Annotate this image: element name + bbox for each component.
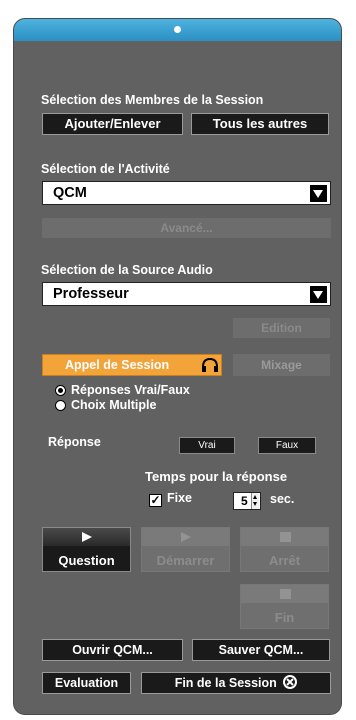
audio-source-select[interactable]: Professeur [42, 282, 331, 306]
spinner-arrows-icon[interactable] [251, 493, 259, 509]
audio-title: Sélection de la Source Audio [41, 263, 213, 277]
false-answer-button[interactable]: Faux [258, 437, 316, 454]
title-bar[interactable] [14, 19, 341, 41]
stop-icon [241, 528, 328, 546]
advanced-button[interactable]: Avancé... [42, 218, 331, 238]
end-button[interactable]: Fin [240, 584, 329, 629]
add-remove-button[interactable]: Ajouter/Enlever [42, 113, 183, 135]
fixed-label: Fixe [167, 491, 193, 505]
session-call-button[interactable]: Appel de Session [42, 354, 222, 376]
start-label: Démarrer [156, 553, 215, 568]
activity-select[interactable]: QCM [42, 181, 331, 205]
edit-button[interactable]: Edition [233, 318, 330, 338]
activity-title: Sélection de l'Activité [41, 162, 170, 176]
all-others-button[interactable]: Tous les autres [191, 113, 329, 135]
members-title: Sélection des Membres de la Session [41, 93, 264, 107]
chevron-down-icon[interactable] [310, 185, 327, 202]
open-qcm-button[interactable]: Ouvrir QCM... [42, 639, 183, 661]
session-call-label: Appel de Session [65, 358, 170, 372]
play-icon [142, 528, 229, 546]
seconds-unit: sec. [270, 492, 295, 506]
stop-button[interactable]: Arrêt [240, 527, 329, 572]
fixed-checkbox[interactable]: ✓ [149, 494, 162, 507]
end-label: Fin [274, 610, 295, 625]
stop-icon [241, 585, 328, 603]
close-circle-icon [283, 675, 298, 689]
true-answer-button[interactable]: Vrai [179, 437, 235, 454]
play-icon [43, 528, 130, 546]
control-panel: Sélection des Membres de la Session Ajou… [13, 18, 342, 715]
multiple-choice-label: Choix Multiple [71, 398, 157, 412]
mix-button[interactable]: Mixage [233, 354, 330, 376]
multiple-choice-radio[interactable] [55, 400, 66, 411]
seconds-spinner[interactable]: 5 [233, 492, 261, 510]
seconds-value: 5 [241, 494, 248, 508]
end-session-label: Fin de la Session [174, 676, 277, 690]
activity-select-value: QCM [53, 185, 87, 201]
timer-title: Temps pour la réponse [145, 469, 288, 484]
title-dot-icon [173, 26, 181, 33]
true-false-radio[interactable] [55, 385, 66, 396]
end-session-button[interactable]: Fin de la Session [141, 672, 331, 694]
response-label: Réponse [48, 435, 101, 449]
audio-select-value: Professeur [53, 286, 129, 302]
save-qcm-button[interactable]: Sauver QCM... [192, 639, 330, 661]
start-button[interactable]: Démarrer [141, 527, 230, 572]
headphones-icon [202, 357, 218, 372]
stop-label: Arrêt [268, 553, 301, 568]
chevron-down-icon[interactable] [310, 286, 327, 303]
evaluation-button[interactable]: Evaluation [42, 672, 131, 694]
panel-content: Sélection des Membres de la Session Ajou… [14, 41, 341, 714]
true-false-label: Réponses Vrai/Faux [71, 383, 190, 397]
question-label: Question [58, 553, 115, 568]
question-button[interactable]: Question [42, 527, 131, 572]
